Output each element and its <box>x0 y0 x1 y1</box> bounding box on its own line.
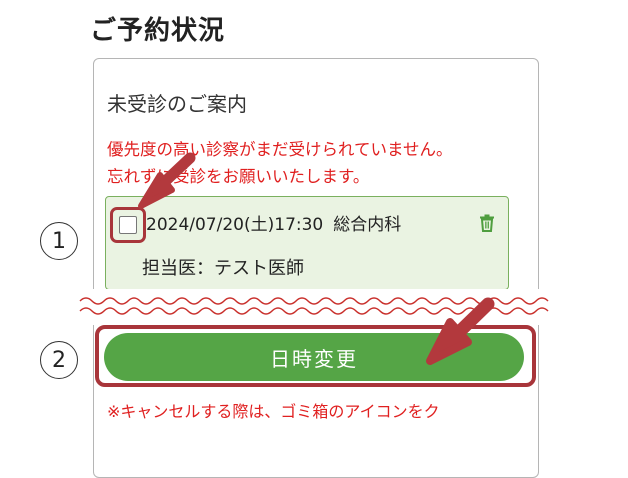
arrow-1-icon <box>138 152 196 209</box>
annotation-arrows <box>138 152 495 365</box>
step-2-marker: 2 <box>40 341 78 379</box>
arrow-2-icon <box>426 297 495 365</box>
step-1-marker: 1 <box>40 222 78 260</box>
